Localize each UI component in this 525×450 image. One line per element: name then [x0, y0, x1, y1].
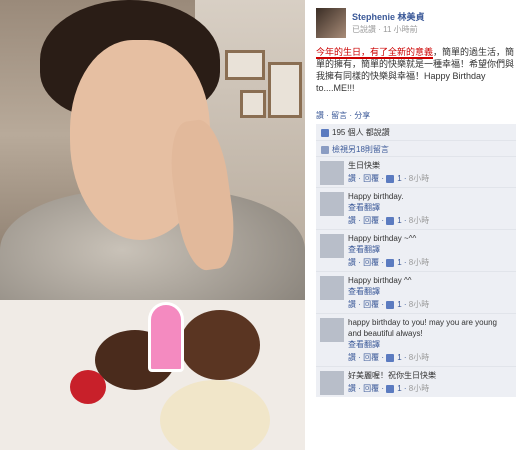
comment-actions[interactable]: 讚 · 回覆 · 1 · 8小時: [348, 383, 512, 394]
comment-action-links[interactable]: 讚 · 回覆 ·: [348, 258, 386, 267]
comment-time[interactable]: 8小時: [409, 300, 429, 309]
comment-item: happy birthday to you! may you are young…: [316, 313, 516, 366]
cream-cake: [160, 380, 270, 450]
comment-action-links[interactable]: 讚 · 回覆 ·: [348, 353, 386, 362]
post-photo[interactable]: [0, 0, 305, 450]
see-translation-link[interactable]: 查看翻譯: [348, 286, 512, 297]
comment-actions[interactable]: 讚 · 回覆 · 1 · 8小時: [348, 173, 512, 184]
comment-item: 好美麗喔！祝你生日快樂 讚 · 回覆 · 1 · 8小時: [316, 366, 516, 397]
comment-item: Happy birthday ~^^ 查看翻譯 讚 · 回覆 · 1 · 8小時: [316, 229, 516, 271]
comment-time[interactable]: 8小時: [409, 216, 429, 225]
like-icon: [386, 384, 395, 393]
chocolate-cake: [180, 310, 260, 380]
comment-likes: 1: [397, 174, 402, 183]
like-icon: [321, 128, 329, 137]
comment-action-links[interactable]: 讚 · 回覆 ·: [348, 174, 386, 183]
liked-label: 已說讚: [352, 25, 376, 34]
likes-summary[interactable]: 195 個人 都說讚: [316, 124, 516, 141]
picture-frame: [225, 50, 265, 80]
view-more-label[interactable]: 檢視另18則留言: [332, 145, 389, 154]
commenter-avatar[interactable]: [320, 192, 344, 216]
commenter-avatar[interactable]: [320, 276, 344, 300]
comment-actions[interactable]: 讚 · 回覆 · 1 · 8小時: [348, 299, 512, 310]
commenter-avatar[interactable]: [320, 234, 344, 258]
comment-likes: 1: [397, 258, 402, 267]
see-translation-link[interactable]: 查看翻譯: [348, 339, 512, 350]
like-icon: [386, 174, 395, 183]
see-translation-link[interactable]: 查看翻譯: [348, 202, 512, 213]
comment-time[interactable]: 8小時: [409, 258, 429, 267]
comment-likes: 1: [397, 216, 402, 225]
comment-item: Happy birthday. 查看翻譯 讚 · 回覆 · 1 · 8小時: [316, 187, 516, 229]
author-name[interactable]: Stephenie 林美貞: [352, 10, 425, 23]
comment-likes: 1: [397, 353, 402, 362]
comment-actions[interactable]: 讚 · 回覆 · 1 · 8小時: [348, 352, 512, 363]
comment-text: Happy birthday ^^: [348, 276, 412, 285]
comment-actions[interactable]: 讚 · 回覆 · 1 · 8小時: [348, 257, 512, 268]
comment-text: 生日快樂: [348, 161, 380, 170]
comment-text: 好美麗喔！祝你生日快樂: [348, 371, 436, 380]
comment-action-links[interactable]: 讚 · 回覆 ·: [348, 384, 386, 393]
post-text: 今年的生日，有了全新的意義，簡單的過生活，簡單的擁有，簡單的快樂就是一種幸福！希…: [316, 46, 516, 94]
author-avatar[interactable]: [316, 8, 346, 38]
strawberry: [70, 370, 106, 404]
likes-count[interactable]: 195 個人 都說讚: [332, 128, 390, 137]
commenter-avatar[interactable]: [320, 161, 344, 185]
like-icon: [386, 353, 395, 362]
candle-number: [148, 302, 184, 372]
comment-likes: 1: [397, 300, 402, 309]
comment-time[interactable]: 8小時: [409, 384, 429, 393]
post-meta: 已說讚 · 11 小時前: [352, 25, 418, 34]
comment-list: 生日快樂 讚 · 回覆 · 1 · 8小時 Happy birthday. 查看…: [316, 156, 516, 397]
comment-item: Happy birthday ^^ 查看翻譯 讚 · 回覆 · 1 · 8小時: [316, 271, 516, 313]
comment-action-links[interactable]: 讚 · 回覆 ·: [348, 300, 386, 309]
like-icon: [386, 216, 395, 225]
comment-time[interactable]: 8小時: [409, 353, 429, 362]
see-translation-link[interactable]: 查看翻譯: [348, 244, 512, 255]
picture-frame: [240, 90, 266, 118]
like-icon: [386, 300, 395, 309]
comment-icon: [321, 145, 329, 154]
picture-frame: [268, 62, 302, 118]
comment-action-links[interactable]: 讚 · 回覆 ·: [348, 216, 386, 225]
comment-item: 生日快樂 讚 · 回覆 · 1 · 8小時: [316, 156, 516, 187]
comment-text: happy birthday to you! may you are young…: [348, 318, 497, 338]
post-text-highlight: 今年的生日，有了全新的意義: [316, 47, 434, 59]
comment-likes: 1: [397, 384, 402, 393]
commenter-avatar[interactable]: [320, 318, 344, 342]
commenter-avatar[interactable]: [320, 371, 344, 395]
comment-time[interactable]: 8小時: [409, 174, 429, 183]
post-actions[interactable]: 讚 · 留言 · 分享: [316, 110, 370, 121]
comment-actions[interactable]: 讚 · 回覆 · 1 · 8小時: [348, 215, 512, 226]
like-icon: [386, 258, 395, 267]
post-time[interactable]: 11 小時前: [383, 25, 418, 34]
comment-text: Happy birthday ~^^: [348, 234, 417, 243]
comment-text: Happy birthday.: [348, 192, 404, 201]
